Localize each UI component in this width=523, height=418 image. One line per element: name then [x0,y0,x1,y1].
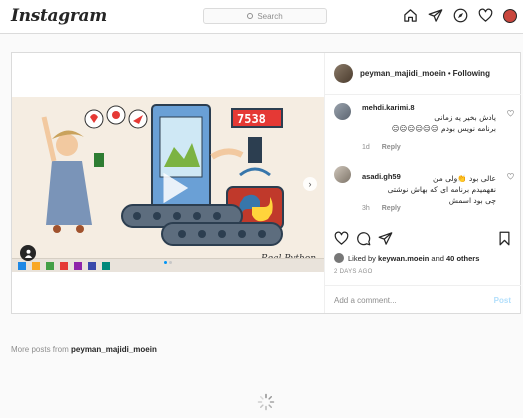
next-slide-button[interactable]: › [303,177,317,191]
likes-summary: Liked by keywan.moein and 40 others [334,253,479,263]
liker-username[interactable]: keywan.moein [378,254,429,263]
taskbar-app-icon [88,262,96,270]
activity-heart-icon[interactable] [478,8,493,23]
search-input[interactable]: Search [203,8,327,24]
windows-start-icon [18,262,26,270]
search-placeholder: Search [257,11,283,21]
taskbar-app-icon [32,262,40,270]
svg-text:7538: 7538 [237,112,266,126]
post-comment-button[interactable]: Post [494,296,511,305]
top-nav: Instagram Search [0,0,523,34]
comment-icon[interactable] [356,231,371,246]
reply-button[interactable]: Reply [382,205,401,212]
carousel-dot [169,261,172,264]
like-icon[interactable] [334,231,349,246]
search-icon [247,13,254,19]
post-media[interactable]: 7538 Real Python [12,53,324,313]
post-sidebar: peyman_majidi_moein • Following mehdi.ka… [324,53,521,313]
play-icon[interactable] [154,169,192,207]
comment-body: asadi.gh59 عالی بود 👏ولی من نفهمیدم برنا… [362,166,496,206]
taskbar-app-icon [102,262,110,270]
add-comment-form: Add a comment... Post [325,285,521,313]
comment-age: 3h [362,205,370,212]
author-username[interactable]: peyman_majidi_moein [360,69,446,78]
reply-button[interactable]: Reply [382,144,401,151]
comment-text: یادش بخیر یه زمانی برنامه نویس بودم 😑😑😑😑… [391,113,496,133]
carousel-dot-active [164,261,167,264]
taskbar-app-icon [74,262,82,270]
comment-meta: 1d Reply [362,144,411,151]
taskbar-app-icon [46,262,54,270]
tagged-users-icon[interactable] [20,245,36,261]
explore-icon[interactable] [453,8,468,23]
carousel-dots [164,261,172,264]
post-header: peyman_majidi_moein • Following [325,53,521,95]
commenter-avatar[interactable] [334,166,351,183]
comment-body: mehdi.karimi.8 یادش بخیر یه زمانی برنامه… [362,103,496,134]
comment-like-icon[interactable] [507,110,514,117]
taskbar-app-icon [60,262,68,270]
post-actions [334,231,514,249]
author-avatar[interactable] [334,64,353,83]
commenter-avatar[interactable] [334,103,351,120]
more-posts-heading: More posts from peyman_majidi_moein [11,345,157,354]
comment-age: 1d [362,144,370,151]
profile-avatar[interactable] [503,8,517,23]
post-date[interactable]: 2 DAYS AGO [334,269,373,275]
comment-like-icon[interactable] [507,173,514,180]
likes-others-link[interactable]: 40 others [446,254,479,263]
nav-icons [403,8,517,23]
header-separator: • [447,69,451,78]
post-image[interactable]: 7538 Real Python [12,97,324,272]
more-posts-prefix: More posts from [11,345,69,354]
instagram-logo[interactable]: Instagram [11,6,107,26]
home-icon[interactable] [403,8,418,23]
post-card: 7538 Real Python [11,52,521,314]
liked-by-label: Liked by [348,253,376,263]
loading-spinner-icon [257,393,275,411]
add-comment-input[interactable]: Add a comment... [334,296,397,305]
share-icon[interactable] [378,231,393,246]
commenter-username[interactable]: mehdi.karimi.8 [362,103,496,112]
more-posts-username[interactable]: peyman_majidi_moein [71,345,157,354]
commenter-username[interactable]: asadi.gh59 [362,172,401,181]
comment-meta: 3h Reply [362,205,411,212]
direct-icon[interactable] [428,8,443,23]
following-button[interactable]: Following [453,69,490,78]
liker-avatar [334,253,344,263]
save-bookmark-icon[interactable] [497,231,512,246]
liked-and-label: and [431,253,444,263]
